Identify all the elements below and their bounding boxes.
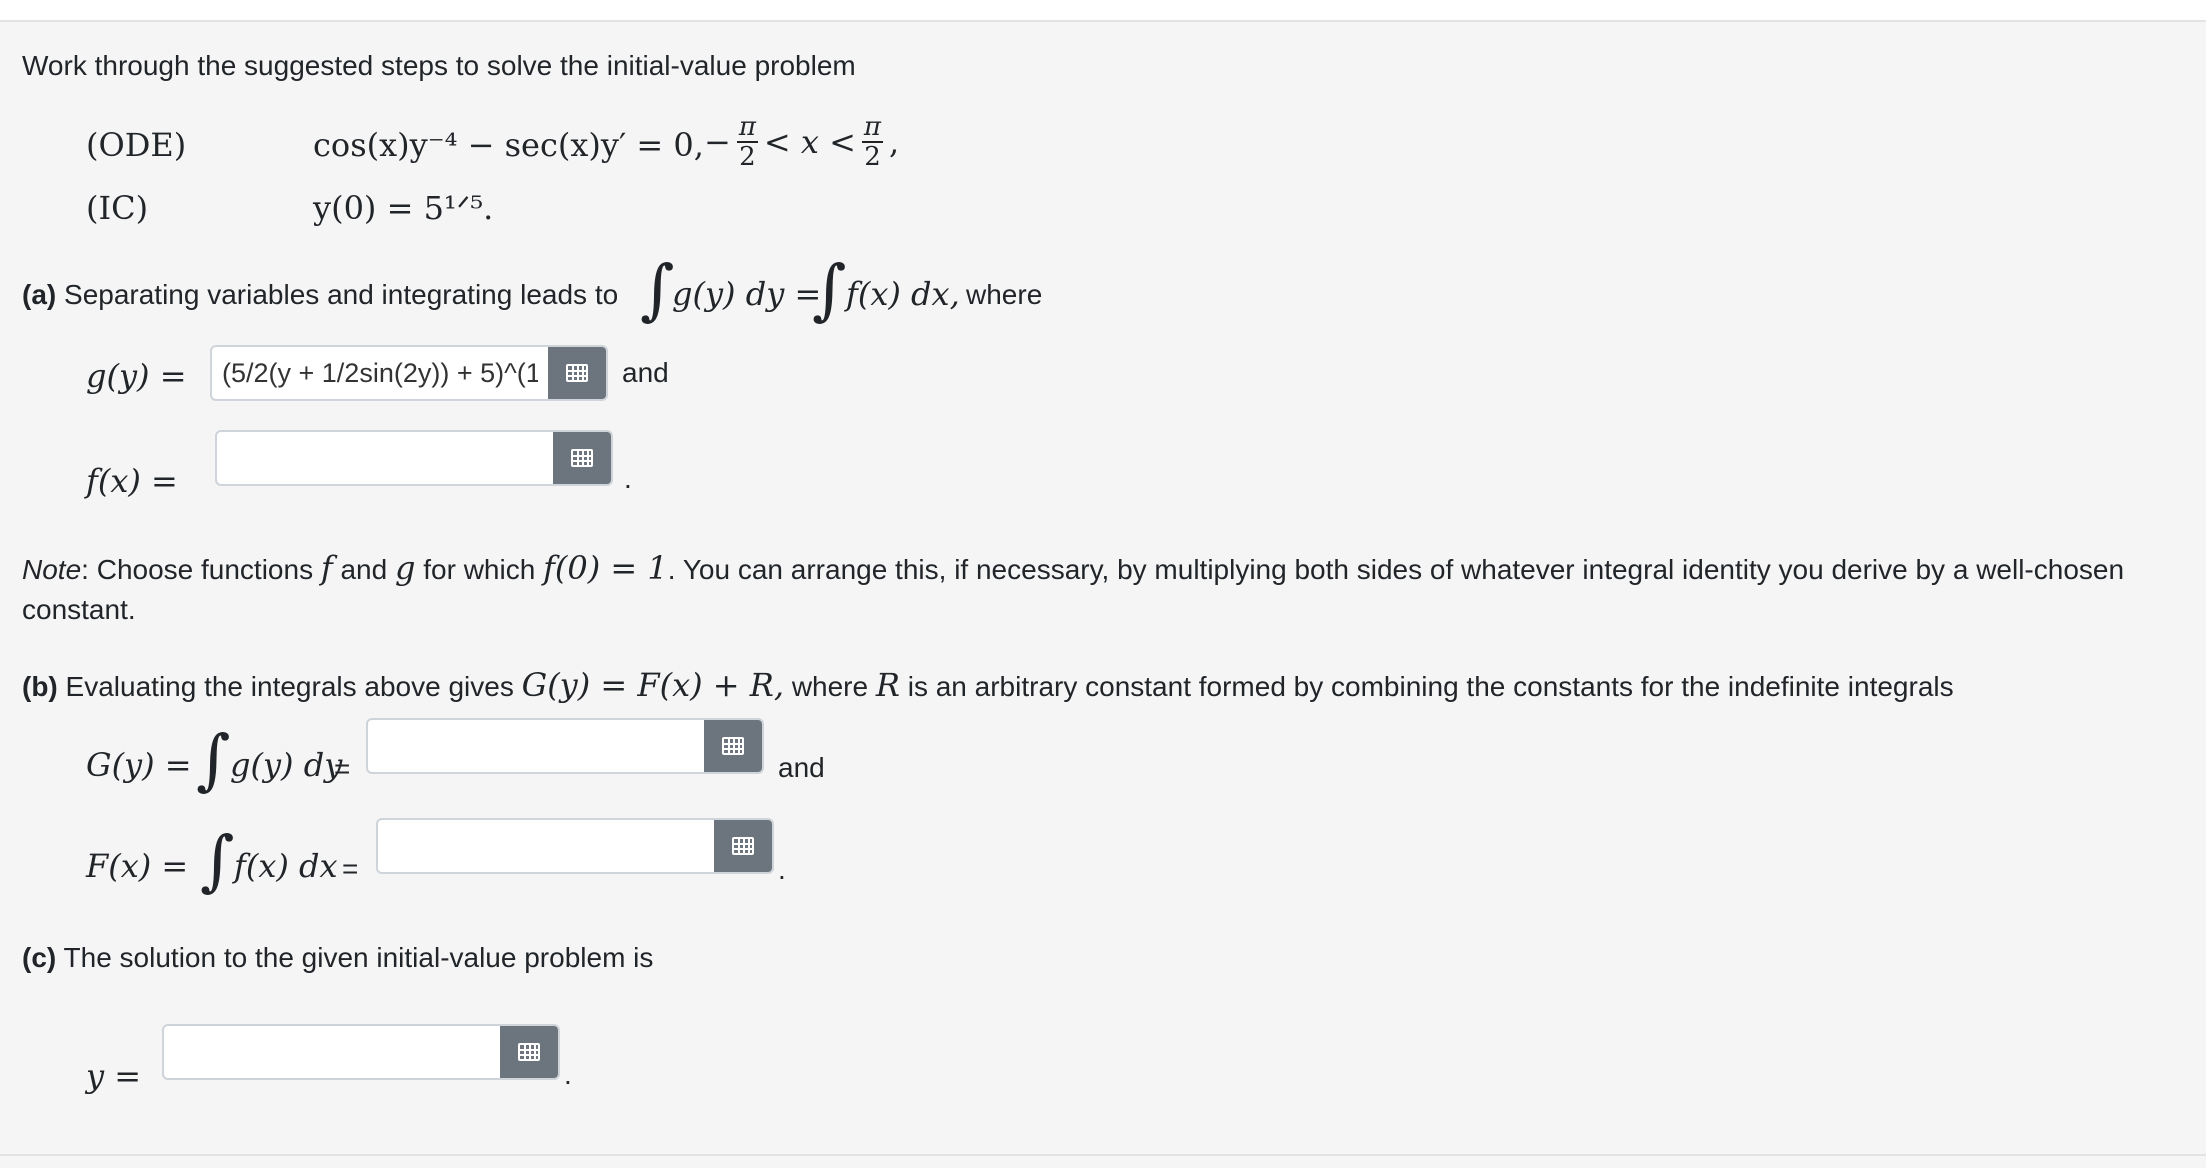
part-a-eq-right: f(x) dx, — [846, 275, 960, 313]
F-integrand: f(x) dx — [234, 847, 338, 885]
domain-left-fraction: π 2 — [736, 112, 758, 172]
G-equals: = — [334, 753, 351, 784]
bottom-border — [0, 1154, 2206, 1156]
part-b-text1: Evaluating the integrals above gives — [65, 671, 514, 702]
integral-sign: ∫ — [200, 822, 235, 899]
note-choose: Choose functions — [96, 554, 314, 585]
F-input[interactable] — [378, 820, 714, 872]
part-a-sentence: Separating variables and integrating lea… — [64, 279, 619, 310]
period: . — [778, 854, 786, 885]
and-text: and — [778, 752, 825, 783]
note-g: g — [394, 549, 416, 587]
G-input[interactable] — [368, 720, 704, 772]
f-label: f(x) = — [86, 462, 178, 500]
G-label: G(y) = — [86, 746, 192, 784]
period: . — [564, 1059, 572, 1090]
F-label: F(x) = — [86, 847, 189, 885]
grid-calculator-icon — [571, 449, 593, 467]
top-border — [0, 0, 2206, 22]
and-text: and — [622, 357, 669, 388]
part-b-text3: is an arbitrary constant formed by combi… — [907, 671, 1954, 702]
grid-calculator-icon — [518, 1043, 540, 1061]
note-f: f — [320, 549, 333, 587]
ode-equation: cos(x)y⁻⁴ − sec(x)y′ = 0, — [313, 126, 704, 164]
grid-calculator-icon — [732, 837, 754, 855]
grid-calculator-icon — [566, 364, 588, 382]
intro-text: Work through the suggested steps to solv… — [22, 50, 856, 81]
G-integrand: g(y) dy — [230, 746, 343, 784]
where-text: where — [966, 279, 1043, 310]
y-label: y = — [86, 1057, 142, 1095]
F-equation-editor-button[interactable] — [714, 820, 772, 872]
pi-symbol: π — [861, 112, 884, 143]
note-line1: Note: Choose functions f and g for which… — [22, 551, 2124, 587]
g-answer-field[interactable] — [210, 345, 608, 401]
ic-label: (IC) — [86, 189, 149, 227]
note-prefix: Note — [22, 554, 82, 585]
y-answer-field[interactable] — [162, 1024, 560, 1080]
note-rest: . You can arrange this, if necessary, by… — [667, 554, 2125, 585]
g-label: g(y) = — [86, 357, 187, 395]
ode-domain: − π 2 < x < π 2 , — [704, 113, 899, 171]
grid-calculator-icon — [722, 737, 744, 755]
y-equation-editor-button[interactable] — [500, 1026, 558, 1078]
g-equation-editor-button[interactable] — [548, 347, 606, 399]
part-c-tag: (c) — [22, 942, 57, 973]
y-input[interactable] — [164, 1026, 500, 1078]
f-answer-field[interactable] — [215, 430, 613, 486]
two-denominator: 2 — [739, 142, 756, 172]
part-b-tag: (b) — [22, 671, 58, 702]
part-b-text2: where — [791, 671, 869, 702]
note-for-which: for which — [423, 554, 536, 585]
part-c-text: (c) The solution to the given initial-va… — [22, 941, 653, 975]
F-equals: = — [342, 853, 359, 884]
note-colon: : — [81, 554, 89, 585]
note-f0: f(0) = 1 — [543, 549, 668, 587]
f-equation-editor-button[interactable] — [553, 432, 611, 484]
g-input[interactable] — [212, 347, 548, 399]
part-b-text: (b) Evaluating the integrals above gives… — [22, 668, 1954, 704]
part-b-eq: G(y) = F(x) + R, — [521, 666, 785, 704]
integral-sign: ∫ — [812, 251, 847, 328]
part-a-text: (a) Separating variables and integrating… — [22, 278, 618, 312]
G-equation-editor-button[interactable] — [704, 720, 762, 772]
domain-lt: < x < — [763, 123, 856, 161]
integral-sign: ∫ — [640, 251, 675, 328]
part-a-eq-mid: g(y) dy = — [672, 275, 822, 313]
F-answer-field[interactable] — [376, 818, 774, 874]
ic-equation: y(0) = 5¹ᐟ⁵. — [313, 189, 494, 227]
part-b-R: R — [875, 666, 900, 704]
period: . — [624, 463, 632, 494]
ode-label: (ODE) — [86, 126, 187, 164]
domain-right-fraction: π 2 — [861, 112, 884, 172]
part-c-sentence: The solution to the given initial-value … — [63, 942, 654, 973]
pi-symbol: π — [736, 112, 758, 143]
G-answer-field[interactable] — [366, 718, 764, 774]
note-line2: constant. — [22, 594, 136, 625]
domain-neg: − — [704, 123, 731, 161]
domain-comma: , — [889, 123, 900, 161]
two-denominator: 2 — [864, 142, 881, 172]
part-a-tag: (a) — [22, 279, 57, 310]
note-and: and — [340, 554, 388, 585]
f-input[interactable] — [217, 432, 553, 484]
integral-sign: ∫ — [196, 721, 231, 798]
